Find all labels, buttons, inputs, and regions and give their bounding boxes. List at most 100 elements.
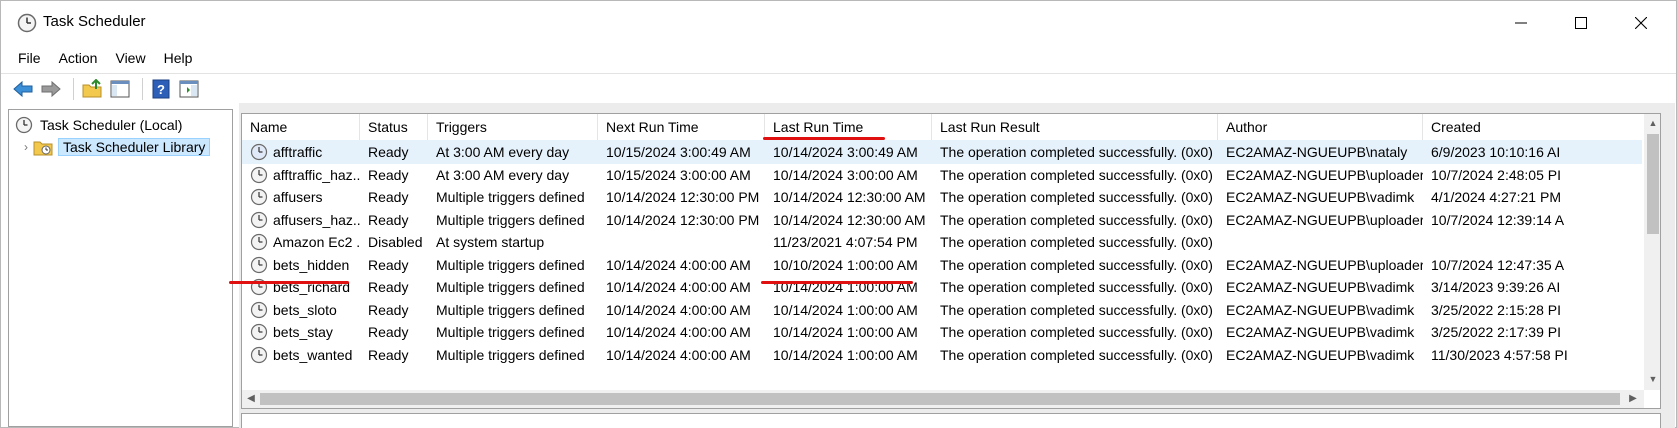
cell-status: Ready bbox=[368, 211, 409, 228]
toolbar: ? bbox=[1, 73, 1676, 103]
cell-triggers: Multiple triggers defined bbox=[436, 324, 585, 340]
table-row[interactable]: bets_richard Ready Multiple triggers defin… bbox=[242, 275, 1642, 299]
scroll-up-icon[interactable]: ▲ bbox=[1644, 114, 1660, 132]
cell-author: EC2AMAZ-NGUEUPB\uploader bbox=[1226, 211, 1423, 228]
cell-author bbox=[1218, 230, 1423, 254]
cell-name: afftraffic_haz... bbox=[242, 163, 360, 187]
cell-author: EC2AMAZ-NGUEUPB\vadimk bbox=[1226, 346, 1415, 363]
cell-status: Ready bbox=[368, 301, 409, 318]
table-row[interactable]: bets_sloto Ready Multiple triggers defined… bbox=[242, 298, 1642, 322]
column-header-created[interactable]: Created bbox=[1423, 114, 1644, 140]
scroll-down-icon[interactable]: ▼ bbox=[1644, 370, 1660, 388]
cell-name: bets_wanted bbox=[242, 343, 360, 367]
task-name-label: afftraffic_haz... bbox=[273, 166, 360, 183]
horizontal-scroll-thumb[interactable] bbox=[260, 393, 1620, 405]
cell-created: 4/1/2024 4:27:21 PM bbox=[1431, 189, 1561, 205]
task-clock-icon bbox=[250, 143, 268, 161]
task-name-label: Amazon Ec2 ... bbox=[273, 234, 360, 250]
task-clock-icon bbox=[250, 166, 268, 183]
cell-triggers: Multiple triggers defined bbox=[436, 256, 585, 273]
task-scheduler-clock-icon bbox=[17, 13, 37, 33]
task-name-label: bets_hidden bbox=[273, 256, 350, 273]
toolbar-separator bbox=[73, 77, 74, 100]
task-name-label: bets_wanted bbox=[273, 346, 353, 363]
tree-item-label: Task Scheduler Library bbox=[58, 138, 211, 156]
menu-view[interactable]: View bbox=[106, 47, 154, 69]
close-icon bbox=[1635, 17, 1647, 29]
cell-last-run-time: 10/10/2024 1:00:00 AM bbox=[773, 256, 918, 273]
table-row[interactable]: affusers Ready Multiple triggers defined 10… bbox=[242, 185, 1642, 209]
vertical-scrollbar[interactable]: ▲ ▼ bbox=[1644, 114, 1660, 390]
column-header-last-run-result[interactable]: Last Run Result bbox=[932, 114, 1218, 140]
cell-last-run-result: The operation completed successfully. (0… bbox=[940, 301, 1213, 318]
table-row[interactable]: bets_stay Ready Multiple triggers defined 1… bbox=[242, 320, 1642, 344]
forward-button[interactable] bbox=[39, 77, 63, 101]
cell-triggers: Multiple triggers defined bbox=[436, 189, 585, 205]
cell-last-run-time: 10/14/2024 1:00:00 AM bbox=[773, 279, 918, 295]
column-header-triggers[interactable]: Triggers bbox=[428, 114, 598, 140]
column-header-author[interactable]: Author bbox=[1218, 114, 1423, 140]
show-hide-action-pane-button[interactable] bbox=[177, 77, 201, 101]
cell-author: EC2AMAZ-NGUEUPB\vadimk bbox=[1226, 189, 1415, 205]
menu-file[interactable]: File bbox=[9, 47, 50, 69]
help-button[interactable]: ? bbox=[149, 77, 173, 101]
menu-action[interactable]: Action bbox=[50, 47, 107, 69]
table-row[interactable]: Amazon Ec2 ... Disabled At system startup 1… bbox=[242, 230, 1642, 254]
cell-last-run-result: The operation completed successfully. (0… bbox=[940, 211, 1213, 228]
maximize-button[interactable] bbox=[1551, 1, 1611, 45]
task-list: Name Status Triggers Next Run Time Last … bbox=[241, 113, 1661, 409]
cell-last-run-time: 11/23/2021 4:07:54 PM bbox=[773, 234, 918, 250]
minimize-button[interactable] bbox=[1491, 1, 1551, 45]
cell-created: 3/25/2022 2:17:39 PI bbox=[1431, 324, 1561, 340]
task-clock-icon bbox=[250, 256, 268, 273]
table-row[interactable]: afftraffic_haz... Ready At 3:00 AM every d… bbox=[242, 163, 1642, 187]
show-hide-console-tree-button[interactable] bbox=[108, 77, 132, 101]
cell-last-run-result: The operation completed successfully. (0… bbox=[940, 324, 1213, 340]
horizontal-scrollbar[interactable]: ◀ ▶ bbox=[242, 390, 1644, 408]
cell-status: Ready bbox=[368, 256, 409, 273]
cell-next-run-time bbox=[598, 230, 765, 254]
close-button[interactable] bbox=[1611, 1, 1671, 45]
task-clock-icon bbox=[250, 211, 268, 228]
cell-status: Ready bbox=[368, 189, 409, 205]
cell-triggers: At system startup bbox=[436, 234, 545, 250]
up-one-level-button[interactable] bbox=[80, 77, 104, 101]
cell-triggers: At 3:00 AM every day bbox=[436, 166, 570, 183]
maximize-icon bbox=[1575, 17, 1587, 29]
cell-last-run-time: 10/14/2024 1:00:00 AM bbox=[773, 301, 918, 318]
tree-item-task-scheduler-local[interactable]: Task Scheduler (Local) bbox=[15, 114, 182, 136]
cell-author: EC2AMAZ-NGUEUPB\nataly bbox=[1226, 144, 1408, 160]
tree-item-task-scheduler-library[interactable]: › Task Scheduler Library bbox=[19, 136, 211, 158]
task-name-label: bets_sloto bbox=[273, 301, 337, 318]
table-row[interactable]: affusers_haz... Ready Multiple triggers de… bbox=[242, 208, 1642, 232]
cell-next-run-time: 10/14/2024 4:00:00 AM bbox=[606, 256, 751, 273]
menu-bar: File Action View Help bbox=[1, 45, 1676, 71]
table-row[interactable]: bets_wanted Ready Multiple triggers define… bbox=[242, 343, 1642, 367]
cell-status: Ready bbox=[368, 166, 409, 183]
console-tree: Task Scheduler (Local) › Task Scheduler … bbox=[8, 109, 233, 427]
table-row[interactable]: afftraffic Ready At 3:00 AM every day 10/15… bbox=[242, 140, 1642, 164]
menu-help[interactable]: Help bbox=[155, 47, 202, 69]
cell-last-run-time: 10/14/2024 3:00:00 AM bbox=[773, 166, 918, 183]
cell-next-run-time: 10/15/2024 3:00:49 AM bbox=[606, 144, 751, 160]
column-header-name[interactable]: Name bbox=[242, 114, 360, 140]
back-button[interactable] bbox=[11, 77, 35, 101]
cell-name: Amazon Ec2 ... bbox=[242, 230, 360, 254]
cell-name: bets_sloto bbox=[242, 298, 360, 322]
task-name-label: affusers_haz... bbox=[273, 211, 360, 228]
scroll-left-icon[interactable]: ◀ bbox=[242, 390, 260, 408]
cell-created: 10/7/2024 2:48:05 PI bbox=[1431, 166, 1561, 183]
back-arrow-icon bbox=[13, 80, 33, 97]
chevron-right-icon[interactable]: › bbox=[19, 140, 33, 154]
cell-name: bets_richard bbox=[242, 275, 360, 299]
annotation-underline-last-run-time-header bbox=[763, 137, 885, 140]
cell-triggers: At 3:00 AM every day bbox=[436, 144, 570, 160]
cell-last-run-time: 10/14/2024 12:30:00 AM bbox=[773, 211, 926, 228]
cell-next-run-time: 10/14/2024 4:00:00 AM bbox=[606, 301, 751, 318]
column-header-status[interactable]: Status bbox=[360, 114, 428, 140]
scroll-right-icon[interactable]: ▶ bbox=[1624, 390, 1642, 408]
vertical-scroll-thumb[interactable] bbox=[1647, 134, 1659, 234]
column-header-next-run-time[interactable]: Next Run Time bbox=[598, 114, 765, 140]
cell-last-run-time: 10/14/2024 3:00:49 AM bbox=[773, 144, 918, 160]
table-row[interactable]: bets_hidden Ready Multiple triggers define… bbox=[242, 253, 1642, 277]
